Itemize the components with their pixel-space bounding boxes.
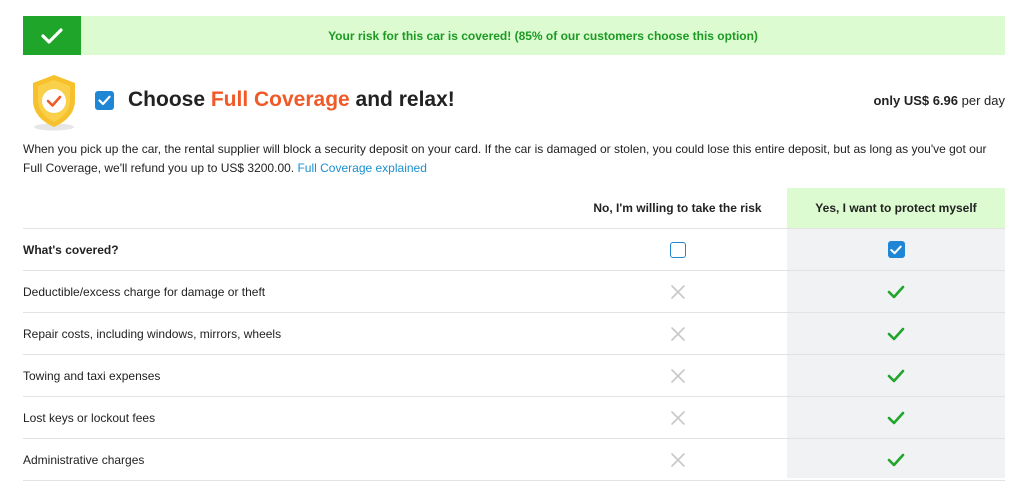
check-icon (887, 369, 905, 382)
x-icon (670, 368, 685, 383)
cell-yes (787, 313, 1005, 354)
coverage-banner: Your risk for this car is covered! (85% … (23, 16, 1005, 55)
check-icon (887, 327, 905, 340)
check-icon (887, 285, 905, 298)
banner-check-box (23, 16, 81, 55)
whats-covered-label: What's covered? (23, 242, 119, 257)
cell-yes (787, 271, 1005, 312)
yes-option-checkbox[interactable] (887, 241, 905, 258)
table-row: Lost keys or lockout fees (23, 396, 1005, 438)
banner-text: Your risk for this car is covered! (85% … (328, 28, 758, 43)
table-row: Deductible/excess charge for damage or t… (23, 270, 1005, 312)
table-row: Administrative charges (23, 438, 1005, 481)
x-icon (670, 326, 685, 341)
check-icon (887, 411, 905, 424)
full-coverage-explained-link[interactable]: Full Coverage explained (297, 161, 426, 175)
cell-no (568, 439, 787, 480)
price-amount: US$ 6.96 (903, 93, 959, 108)
cell-yes (787, 439, 1005, 480)
price-suffix: per day (958, 93, 1005, 108)
shield-check-icon (33, 75, 75, 131)
cell-no (568, 355, 787, 396)
check-icon (41, 27, 63, 44)
cell-no (568, 271, 787, 312)
cell-yes (787, 355, 1005, 396)
column-header-yes[interactable]: Yes, I want to protect myself (787, 188, 1005, 228)
table-row-header: What's covered? (23, 228, 1005, 270)
cell-no (568, 313, 787, 354)
cell-yes (787, 229, 1005, 270)
checkbox-check-icon (890, 245, 902, 254)
title-prefix: Choose (128, 88, 211, 111)
full-coverage-checkbox[interactable] (95, 91, 114, 110)
checkbox-check-icon (98, 95, 111, 106)
column-header-no[interactable]: No, I'm willing to take the risk (568, 188, 787, 228)
description-text: When you pick up the car, the rental sup… (23, 142, 987, 175)
title-accent: Full Coverage (210, 88, 350, 111)
cell-yes (787, 397, 1005, 438)
price-per-day: only US$ 6.96 per day (873, 93, 1005, 108)
row-label: Administrative charges (23, 452, 145, 467)
x-icon (670, 284, 685, 299)
row-label: Deductible/excess charge for damage or t… (23, 284, 266, 299)
row-label: Repair costs, including windows, mirrors… (23, 326, 282, 341)
page-title: Choose Full Coverage and relax! (128, 88, 455, 112)
no-option-checkbox[interactable] (669, 241, 686, 258)
check-icon (887, 453, 905, 466)
price-prefix: only (873, 93, 904, 108)
row-label: Lost keys or lockout fees (23, 410, 156, 425)
coverage-description: When you pick up the car, the rental sup… (23, 140, 1008, 178)
row-label: Towing and taxi expenses (23, 368, 161, 383)
title-suffix: and relax! (349, 88, 455, 111)
x-icon (670, 410, 685, 425)
x-icon (670, 452, 685, 467)
table-row: Towing and taxi expenses (23, 354, 1005, 396)
cell-no (568, 397, 787, 438)
table-row: Repair costs, including windows, mirrors… (23, 312, 1005, 354)
cell-no (568, 229, 787, 270)
